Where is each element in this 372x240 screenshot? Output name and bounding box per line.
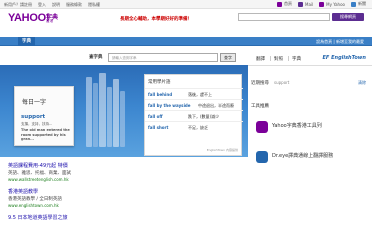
- tool-item[interactable]: Yahoo字典香港工具列: [248, 119, 372, 135]
- mail-icon: [298, 1, 303, 7]
- ad-item[interactable]: 香港英語教學 香港英語教學 / 全日制英語 www.englishtown.co…: [8, 188, 240, 208]
- ad-title[interactable]: 英語課程費用-49元起 特價: [8, 162, 240, 169]
- word-of-day-card[interactable]: 每日一字 support 支撐，支持，扶持... The old man ent…: [14, 86, 74, 146]
- tool-item[interactable]: Dr.eye譯典通線上翻譯服務: [248, 149, 372, 165]
- phrase-row[interactable]: fall off 跌下，(數量)減少: [145, 110, 243, 121]
- phrase-en[interactable]: fall off: [148, 114, 163, 119]
- ad-item[interactable]: 9.5 日本地道英語學習之旅: [8, 214, 240, 221]
- phrase-row[interactable]: fall by the wayside 中途退出，半途而廢: [145, 99, 243, 110]
- top-home-link[interactable]: 首頁: [277, 1, 292, 7]
- phrases-credit: EnglishTown 內容提供: [206, 148, 238, 152]
- top-news-link[interactable]: 新聞: [351, 1, 366, 7]
- phrase-row[interactable]: fall short 不足，缺乏: [145, 121, 243, 132]
- web-search-button[interactable]: 搜尋網頁: [332, 13, 364, 21]
- bookshelf-illustration: [82, 67, 132, 155]
- ad-desc: 香港英語教學 / 全日制英語: [8, 197, 62, 202]
- ad-url[interactable]: www.englishtown.com.hk: [8, 203, 240, 208]
- phrase-row[interactable]: fall behind 落後，趕不上: [145, 88, 243, 99]
- dictionary-search-row: 查字典 請輸入查詢字串 查字: [0, 50, 248, 64]
- sponsored-links: 英語課程費用-49元起 特價 英語、雅思、托福、商業、面試 www.wallst…: [8, 162, 240, 240]
- recent-term[interactable]: support: [274, 80, 289, 85]
- recent-searches: 近期搜尋 support 清除: [248, 79, 372, 87]
- top-utility-bar: 新用戶？請註冊 登入 說明 服務條款 隱私權 首頁 Mail My Yahoo …: [0, 0, 372, 9]
- tool-name[interactable]: Dr.eye譯典通線上翻譯服務: [272, 152, 333, 159]
- ad-title[interactable]: 香港英語教學: [8, 188, 240, 195]
- phrases-title: 常用學片語: [148, 80, 171, 85]
- search-placeholder: 請輸入查詢字串: [112, 56, 137, 60]
- divider: [288, 56, 289, 61]
- privacy-link[interactable]: 隱私權: [88, 2, 100, 8]
- terms-link[interactable]: 服務條款: [66, 2, 82, 8]
- product-region: 香港: [46, 19, 53, 23]
- phrase-zh: 不足，缺乏: [188, 125, 208, 130]
- tool-name[interactable]: Yahoo字典香港工具列: [272, 122, 322, 129]
- home-icon: [277, 1, 282, 7]
- translate-bar: 翻譯 對照 字典 EF EnglishTown: [248, 50, 372, 66]
- phrase-zh: 中途退出，半途而廢: [198, 103, 234, 108]
- word-of-day-word[interactable]: support: [21, 114, 45, 120]
- phrase-zh: 落後，趕不上: [188, 92, 212, 97]
- clear-recent-link[interactable]: 清除: [358, 80, 366, 86]
- dreye-icon: [256, 151, 268, 163]
- dictionary-link[interactable]: 字典: [292, 56, 301, 62]
- compare-link[interactable]: 對照: [274, 56, 283, 62]
- phrase-en[interactable]: fall behind: [148, 92, 172, 97]
- yahoo-tool-icon: [256, 121, 268, 133]
- promo-banner[interactable]: 長期全心輔助，本學期好好的準備！: [120, 16, 192, 22]
- ad-item[interactable]: 英語課程費用-49元起 特價 英語、雅思、托福、商業、面試 www.wallst…: [8, 162, 240, 182]
- word-of-day-title: 每日一字: [22, 99, 47, 106]
- register-link[interactable]: 新用戶？請註冊: [4, 2, 32, 8]
- login-link[interactable]: 登入: [38, 2, 46, 8]
- tools-title: 工具推薦: [251, 104, 269, 109]
- tab-bar: 字典 設為首頁 | 新增至我的最愛: [0, 37, 372, 46]
- ad-title[interactable]: 9.5 日本地道英語學習之旅: [8, 214, 240, 221]
- lookup-button[interactable]: 查字: [220, 53, 236, 62]
- phrase-zh: 跌下，(數量)減少: [188, 114, 220, 119]
- top-mail-link[interactable]: Mail: [298, 1, 313, 7]
- bookmark-links[interactable]: 設為首頁 | 新增至我的最愛: [316, 39, 364, 45]
- news-icon: [351, 1, 356, 7]
- yahoo-icon: [319, 1, 325, 7]
- ad-url[interactable]: www.wallstreetenglish.com.hk: [8, 177, 240, 182]
- word-of-day-example: The old man entered the room supported b…: [21, 128, 70, 141]
- phrase-en[interactable]: fall by the wayside: [148, 103, 191, 108]
- yahoo-logo[interactable]: YAHOO!: [8, 12, 50, 24]
- search-label: 查字典: [89, 55, 103, 60]
- ad-desc: 英語、雅思、托福、商業、面試: [8, 171, 71, 176]
- top-myyahoo-link[interactable]: My Yahoo: [319, 1, 345, 7]
- phrases-panel: 常用學片語 fall behind 落後，趕不上 fall by the way…: [144, 74, 243, 156]
- recent-label: 近期搜尋: [251, 81, 269, 86]
- word-of-day-meaning: 支撐，支持，扶持...: [21, 122, 53, 126]
- help-link[interactable]: 說明: [52, 2, 60, 8]
- web-search-input[interactable]: [238, 13, 330, 21]
- right-column: 近期搜尋 support 清除 工具推薦 Yahoo字典香港工具列 Dr.eye…: [248, 67, 372, 197]
- englishtown-logo[interactable]: EF EnglishTown: [323, 55, 366, 61]
- dictionary-search-input[interactable]: 請輸入查詢字串: [108, 53, 218, 62]
- phrase-en[interactable]: fall short: [148, 125, 168, 130]
- divider: [270, 56, 271, 61]
- translate-link[interactable]: 翻譯: [256, 56, 265, 62]
- tab-dictionary[interactable]: 字典: [18, 37, 35, 46]
